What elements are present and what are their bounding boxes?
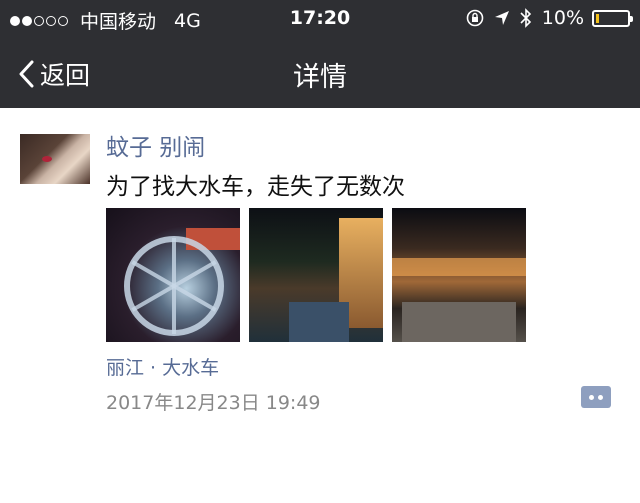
status-bar: 中国移动 4G 17:20 10% bbox=[0, 0, 640, 38]
post-text: 为了找大水车，走失了无数次 bbox=[106, 174, 405, 200]
bluetooth-icon bbox=[520, 8, 531, 28]
page-title: 详情 bbox=[293, 62, 347, 93]
post-username[interactable]: 蚊子 别闹 bbox=[106, 128, 205, 162]
avatar[interactable] bbox=[20, 134, 90, 184]
location-arrow-icon bbox=[494, 11, 509, 25]
photo-thumbnail[interactable] bbox=[249, 208, 383, 342]
rotation-lock-icon bbox=[466, 9, 484, 27]
post-timestamp: 2017年12月23日 19:49 bbox=[106, 392, 321, 414]
post-location[interactable]: 丽江 · 大水车 bbox=[106, 353, 219, 380]
navigation-bar: 返回 详情 bbox=[0, 38, 640, 108]
comment-button[interactable] bbox=[581, 386, 611, 408]
photo-thumbnail[interactable] bbox=[106, 208, 240, 342]
battery-icon bbox=[592, 9, 633, 27]
phone-screen: 中国移动 4G 17:20 10% 返回 详情 蚊子 别闹 为了找大水车，走失了… bbox=[0, 0, 640, 503]
photo-grid bbox=[106, 208, 535, 342]
status-right: 10% bbox=[466, 7, 633, 29]
comment-dots-icon bbox=[589, 395, 594, 400]
battery-percent: 10% bbox=[541, 7, 584, 29]
photo-thumbnail[interactable] bbox=[392, 208, 526, 342]
